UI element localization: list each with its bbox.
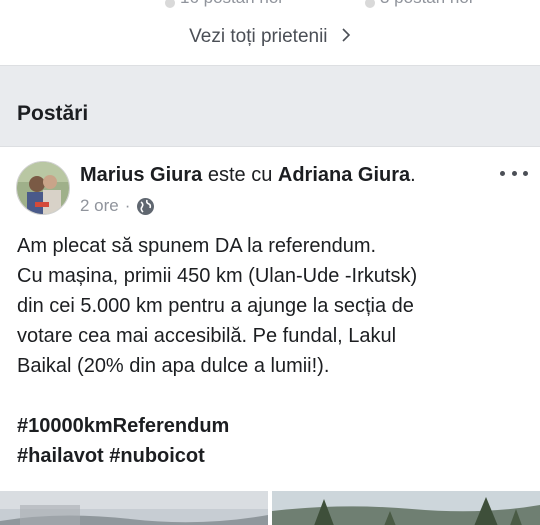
more-dot bbox=[511, 170, 517, 176]
with-connector: este cu bbox=[207, 164, 273, 186]
post-text-line: Cu mașina, primii 450 km (Ulan-Ude -Irku… bbox=[17, 265, 418, 287]
more-dot bbox=[500, 170, 505, 176]
hashtag-links-line[interactable]: #hailavot #nuboicot bbox=[17, 441, 532, 471]
post-card: Marius Giura este cu Adriana Giura. 2 or… bbox=[0, 146, 540, 525]
status-dot-icon bbox=[365, 0, 375, 8]
status-dot-icon bbox=[165, 0, 175, 8]
chevron-right-icon bbox=[341, 26, 351, 48]
globe-icon[interactable] bbox=[136, 197, 155, 216]
post-photo-left[interactable] bbox=[0, 491, 268, 525]
see-all-friends-label: Vezi toți prietenii bbox=[189, 26, 328, 47]
hashtag-link[interactable]: #10000kmReferendum bbox=[17, 411, 532, 441]
post-text-line: Am plecat să spunem DA la referendum. bbox=[17, 235, 377, 257]
more-dot bbox=[523, 170, 528, 176]
author-name-link[interactable]: Marius Giura bbox=[80, 164, 202, 186]
friends-section: 16 postări noi 3 postări noi Vezi toți p… bbox=[0, 0, 540, 66]
friends-stat-right: 3 postări noi bbox=[380, 0, 473, 8]
meta-separator: · bbox=[124, 196, 131, 215]
post-text-line: votare cea mai accesibilă. Pe fundal, La… bbox=[17, 325, 397, 347]
posts-section-title: Postări bbox=[17, 102, 89, 125]
post-meta: 2 ore · bbox=[80, 196, 155, 216]
post-photo-right[interactable] bbox=[272, 491, 540, 525]
see-all-friends-link[interactable]: Vezi toți prietenii bbox=[0, 26, 540, 48]
more-options-icon[interactable] bbox=[500, 163, 528, 183]
post-body: Am plecat să spunem DA la referendum. Cu… bbox=[17, 231, 532, 471]
post-text-line: Baikal (20% din apa dulce a lumii!). bbox=[17, 355, 330, 377]
post-author-line: Marius Giura este cu Adriana Giura. bbox=[80, 164, 416, 187]
tagged-suffix: . bbox=[410, 164, 416, 186]
post-timestamp-link[interactable]: 2 ore bbox=[80, 196, 119, 216]
friends-stat-left: 16 postări noi bbox=[180, 0, 282, 8]
posts-section-header: Postări bbox=[0, 66, 540, 146]
post-text-line: din cei 5.000 km pentru a ajunge la secț… bbox=[17, 295, 414, 317]
profile-page: 16 postări noi 3 postări noi Vezi toți p… bbox=[0, 0, 540, 525]
avatar[interactable] bbox=[16, 161, 70, 215]
tagged-person-link[interactable]: Adriana Giura bbox=[278, 164, 410, 186]
